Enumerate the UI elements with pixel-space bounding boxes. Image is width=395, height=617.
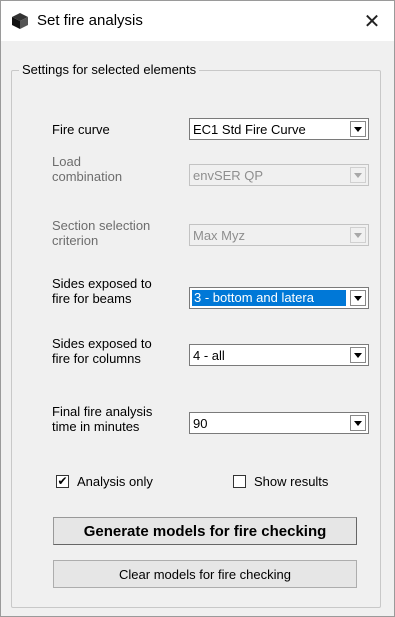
close-button[interactable]: ✕: [350, 1, 394, 41]
sides-beams-label: Sides exposed to fire for beams: [52, 276, 152, 306]
fire-curve-dropdown[interactable]: EC1 Std Fire Curve: [189, 118, 369, 140]
section-selection-dropdown: Max Myz: [189, 224, 369, 246]
checkbox-box[interactable]: [233, 475, 246, 488]
cube-icon: [12, 13, 28, 29]
show-results-checkbox[interactable]: Show results: [233, 474, 328, 489]
sides-beams-value: 3 - bottom and latera: [192, 290, 346, 306]
close-icon: ✕: [363, 10, 381, 33]
title-bar[interactable]: Set fire analysis ✕: [1, 1, 394, 41]
chevron-down-icon[interactable]: [350, 347, 366, 363]
chevron-down-icon[interactable]: [350, 121, 366, 137]
final-time-dropdown[interactable]: 90: [189, 412, 369, 434]
final-time-value: 90: [193, 416, 208, 431]
section-selection-label: Section selection criterion: [52, 218, 151, 248]
chevron-down-icon[interactable]: [350, 415, 366, 431]
sides-columns-dropdown[interactable]: 4 - all: [189, 344, 369, 366]
dialog-window: Set fire analysis ✕ Settings for selecte…: [0, 0, 395, 617]
chevron-down-icon: [350, 227, 366, 243]
groupbox-label: Settings for selected elements: [19, 62, 200, 77]
sides-columns-label: Sides exposed to fire for columns: [52, 336, 152, 366]
fire-curve-value: EC1 Std Fire Curve: [193, 122, 306, 137]
generate-models-button[interactable]: Generate models for fire checking: [53, 517, 357, 545]
sides-columns-value: 4 - all: [193, 348, 225, 363]
check-icon: ✔: [57, 474, 68, 488]
sides-beams-dropdown[interactable]: 3 - bottom and latera: [189, 287, 369, 309]
analysis-only-checkbox[interactable]: ✔ Analysis only: [56, 474, 153, 489]
clear-models-button[interactable]: Clear models for fire checking: [53, 560, 357, 588]
load-combination-label: Load combination: [52, 154, 123, 184]
window-title: Set fire analysis: [37, 12, 143, 29]
fire-curve-label: Fire curve: [52, 122, 110, 137]
load-combination-dropdown: envSER QP: [189, 164, 369, 186]
section-selection-value: Max Myz: [193, 228, 245, 243]
checkbox-box[interactable]: ✔: [56, 475, 69, 488]
show-results-label: Show results: [254, 474, 329, 489]
load-combination-value: envSER QP: [193, 168, 264, 183]
final-time-label: Final fire analysis time in minutes: [52, 404, 153, 434]
analysis-only-label: Analysis only: [77, 474, 153, 489]
chevron-down-icon: [350, 167, 366, 183]
chevron-down-icon[interactable]: [350, 290, 366, 306]
